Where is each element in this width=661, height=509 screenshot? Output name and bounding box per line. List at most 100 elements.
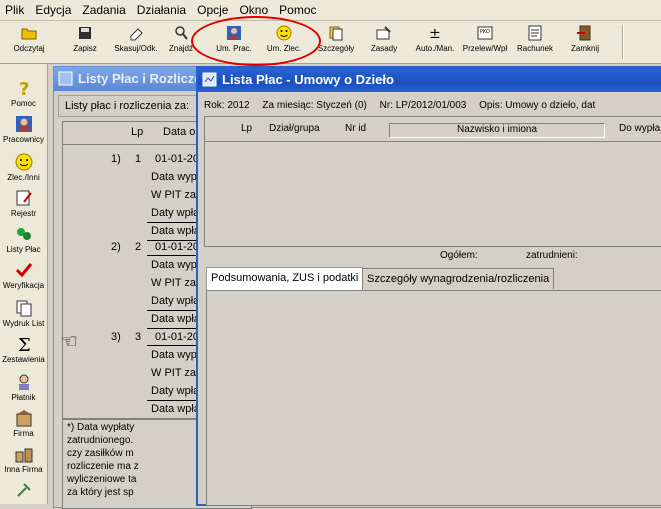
sidebar-item-label: Weryfikacja	[2, 281, 45, 290]
sidebar: ? Pomoc Pracownicy Zlec./Inni Rejestr Li…	[0, 64, 48, 504]
svg-text:?: ?	[19, 79, 29, 98]
invoice-label: Rachunek	[516, 44, 554, 53]
smiley-icon	[15, 153, 32, 171]
question-icon: ?	[19, 79, 29, 98]
contract-work-titlebar[interactable]: Lista Płac - Umowy o Dzieło	[198, 68, 661, 92]
rules-icon	[376, 26, 391, 40]
employed-label: zatrudnieni:	[526, 250, 578, 261]
menu-zadania[interactable]: Zadania	[77, 0, 131, 20]
find-button[interactable]: Znajdź	[166, 23, 196, 61]
sigma-icon: Σ	[18, 335, 31, 354]
sidebar-item-label: Wydruk List	[2, 319, 45, 328]
open-button[interactable]: Odczytaj	[4, 23, 54, 61]
col-lp: Lp	[131, 126, 144, 138]
entry-line: W PIT za	[151, 367, 197, 379]
sidebar-item-pomoc[interactable]: ? Pomoc	[0, 78, 47, 108]
app-icon	[202, 72, 217, 87]
invoice-icon	[528, 25, 542, 41]
menu-okno[interactable]: Okno	[234, 0, 274, 20]
save-icon	[79, 27, 91, 39]
col-header-lp[interactable]: Lp	[241, 123, 252, 134]
menu-pomoc[interactable]: Pomoc	[274, 0, 322, 20]
col-header-payout[interactable]: Do wypła	[619, 123, 660, 134]
entry-line: W PIT za	[151, 189, 197, 201]
menu-opcje[interactable]: Opcje	[192, 0, 234, 20]
sidebar-item-label: Zlec./Inni	[7, 173, 40, 182]
sidebar-item-inna-firma[interactable]: Inna Firma	[0, 444, 47, 474]
sidebar-item-wydruk-list[interactable]: Wydruk List	[0, 298, 47, 328]
menu-edycja[interactable]: Edycja	[30, 0, 77, 20]
entry-lp: 1	[135, 153, 142, 165]
auto-manual-label: Auto./Man.	[415, 44, 455, 53]
number-label: Nr: LP/2012/01/003	[379, 100, 467, 111]
close-label: Zamknij	[570, 44, 599, 53]
sidebar-item-rejestr[interactable]: Rejestr	[0, 188, 47, 218]
details-button[interactable]: Szczegóły	[314, 23, 358, 61]
delete-label: Skasuj/Odk.	[114, 44, 158, 53]
employee-contract-icon	[227, 26, 241, 40]
entry-line: Daty wpła	[151, 295, 200, 307]
contract-work-button[interactable]: Um. Zlec.	[262, 23, 306, 61]
transfer-button[interactable]: PKO Przelew/Wpł	[460, 23, 510, 61]
description-label: Opis: Umowy o dzieło, dat	[479, 100, 596, 111]
close-button[interactable]: Zamknij	[562, 23, 608, 61]
col-data: Data o	[163, 126, 196, 138]
checkmark-icon	[15, 263, 32, 278]
other-company-icon	[15, 448, 32, 463]
payroll-icon	[16, 228, 31, 240]
entry-line: Data wypł	[151, 171, 200, 183]
rules-button[interactable]: Zasady	[362, 23, 406, 61]
sidebar-item-firma[interactable]: Firma	[0, 408, 47, 438]
svg-text:Σ: Σ	[18, 335, 31, 354]
sidebar-item-label: Listy Płac	[6, 245, 41, 254]
sidebar-item-weryfikacja[interactable]: Weryfikacja	[0, 260, 47, 290]
menu-bar: Plik Edycja Zadania Działania Opcje Okno…	[0, 0, 661, 21]
sidebar-item-platnik[interactable]: Płatnik	[0, 372, 47, 402]
payroll-list-title: Listy Płac i Rozliczeń	[78, 71, 210, 86]
entry-line: W PIT za	[151, 277, 197, 289]
contract-work-title: Lista Płac - Umowy o Dzieło	[222, 72, 394, 87]
col-header-department[interactable]: Dział/grupa	[269, 123, 320, 134]
auto-manual-button[interactable]: ± Auto./Man.	[410, 23, 460, 61]
tab-summaries[interactable]: Podsumowania, ZUS i podatki	[206, 267, 364, 290]
sidebar-item-listy-plac[interactable]: Listy Płac	[0, 224, 47, 254]
sidebar-item-zestawienia[interactable]: Σ Zestawienia	[0, 334, 47, 364]
tab-salary-details[interactable]: Szczegóły wynagrodzenia/rozliczenia	[362, 268, 555, 289]
close-door-icon	[577, 25, 591, 41]
menu-plik[interactable]: Plik	[0, 0, 30, 20]
sidebar-item-zlec-inni[interactable]: Zlec./Inni	[0, 152, 47, 182]
employee-icon	[15, 116, 32, 132]
grid-header-line	[205, 141, 661, 142]
entry-lp: 2	[135, 241, 142, 253]
details-icon	[329, 26, 343, 41]
save-button[interactable]: Zapisz	[60, 23, 110, 61]
col-header-id[interactable]: Nr id	[345, 123, 366, 134]
contract-work-label: Um. Zlec.	[266, 44, 302, 53]
payroll-info-bar: Rok: 2012 Za miesiąc: Styczeń (0) Nr: LP…	[204, 98, 661, 114]
sidebar-item-tools[interactable]	[0, 480, 47, 501]
sidebar-item-pracownicy[interactable]: Pracownicy	[0, 114, 47, 144]
month-label: Za miesiąc: Styczeń (0)	[262, 100, 367, 111]
save-label: Zapisz	[73, 44, 97, 53]
employees-grid[interactable]: Lp Dział/grupa Nr id Nazwisko i imiona D…	[204, 116, 661, 247]
entry-index: 3)	[111, 331, 121, 343]
delete-button[interactable]: Skasuj/Odk.	[108, 23, 164, 61]
employee-contract-button[interactable]: Um. Prac.	[212, 23, 256, 61]
contract-work-payroll-window: Lista Płac - Umowy o Dzieło Rok: 2012 Za…	[196, 66, 661, 506]
auto-manual-icon: ±	[429, 26, 441, 42]
grid-header: Lp Dział/grupa Nr id Nazwisko i imiona D…	[205, 123, 661, 138]
payer-icon	[18, 374, 29, 390]
toolbar: Odczytaj Zapisz Skasuj/Odk. Znajdź Um. P…	[0, 21, 661, 64]
col-header-name[interactable]: Nazwisko i imiona	[389, 123, 605, 138]
menu-dzialania[interactable]: Działania	[132, 0, 192, 20]
sidebar-item-label: Inna Firma	[4, 465, 43, 474]
sidebar-item-label: Firma	[13, 429, 34, 438]
entry-index: 2)	[111, 241, 121, 253]
entry-index: 1)	[111, 153, 121, 165]
invoice-button[interactable]: Rachunek	[512, 23, 558, 61]
tools-icon	[16, 483, 31, 497]
entry-line: Daty wpła	[151, 385, 200, 397]
sidebar-item-label: Pomoc	[11, 99, 36, 108]
svg-text:PKO: PKO	[480, 29, 490, 35]
entry-lp: 3	[135, 331, 142, 343]
